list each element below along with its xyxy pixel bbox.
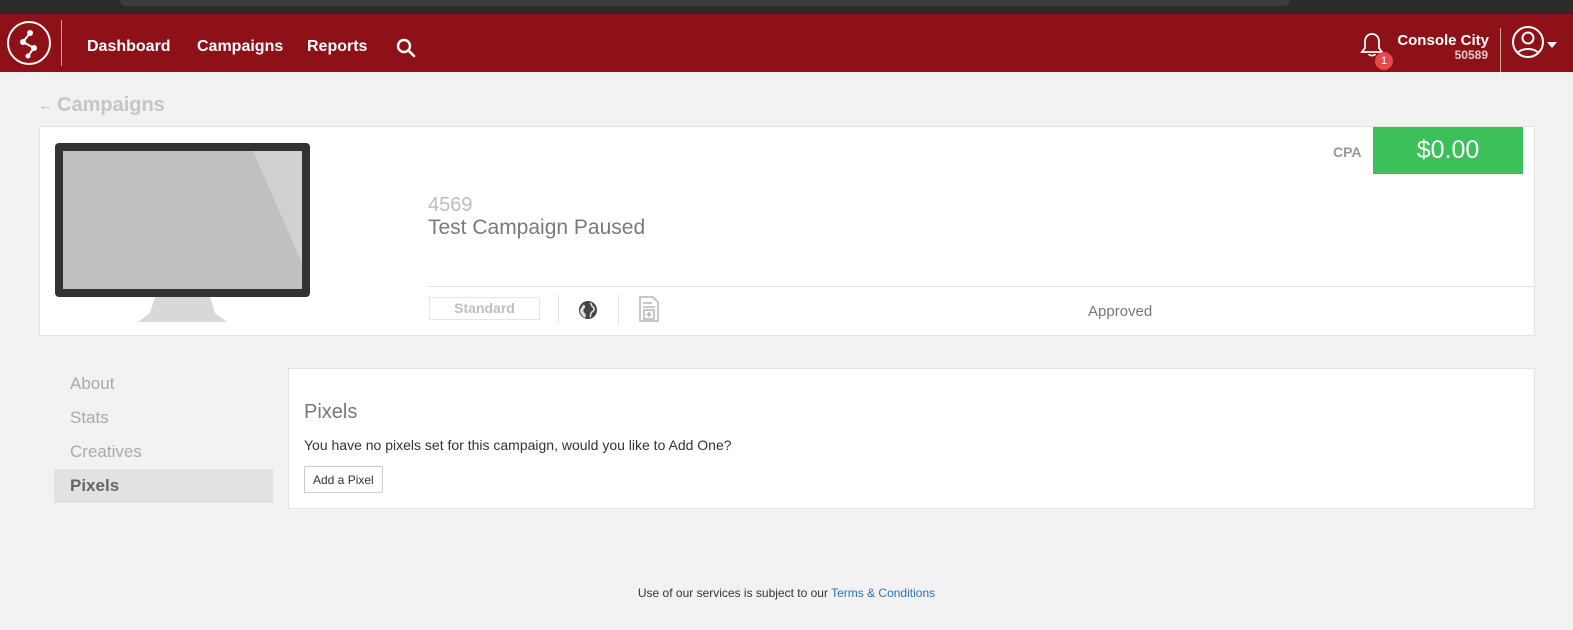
search-icon[interactable]	[396, 38, 416, 58]
cpa-label: CPA	[1333, 144, 1362, 160]
avatar[interactable]	[1512, 26, 1544, 58]
approval-status: Approved	[1088, 303, 1153, 320]
globe-icon[interactable]	[578, 300, 598, 320]
document-add-icon[interactable]	[638, 296, 660, 322]
brand-logo[interactable]	[7, 21, 51, 65]
card-divider	[428, 286, 1535, 287]
campaign-name: Test Campaign Paused	[428, 216, 646, 239]
account-name[interactable]: Console City	[1397, 32, 1489, 49]
logo-icon	[20, 30, 37, 59]
cpa-value: $0.00	[1373, 127, 1523, 174]
chevron-down-icon[interactable]	[1547, 42, 1557, 48]
monitor-icon	[55, 143, 310, 322]
nav-campaigns[interactable]: Campaigns	[197, 38, 283, 56]
sidebar-item-creatives[interactable]: Creatives	[54, 435, 273, 469]
breadcrumb[interactable]: Campaigns	[57, 94, 165, 117]
account-id: 50589	[1454, 48, 1488, 62]
campaign-id: 4569	[428, 194, 473, 216]
sidebar-item-stats[interactable]: Stats	[54, 401, 273, 435]
sidebar-item-pixels[interactable]: Pixels	[54, 469, 273, 503]
terms-link[interactable]: Terms & Conditions	[831, 586, 935, 600]
footer: Use of our services is subject to our Te…	[0, 586, 1573, 600]
pixels-empty-message: You have no pixels set for this campaign…	[304, 437, 732, 453]
user-icon	[1516, 31, 1540, 56]
back-arrow-icon[interactable]: ←	[38, 97, 53, 114]
notification-badge: 1	[1375, 52, 1393, 70]
nav-divider-right	[1500, 28, 1501, 74]
divider	[558, 295, 559, 323]
campaign-header-card: 4569 Test Campaign Paused CPA $0.00 Stan…	[39, 126, 1535, 336]
add-pixel-button[interactable]: Add a Pixel	[304, 466, 383, 493]
footer-text: Use of our services is subject to our	[637, 586, 832, 600]
pixels-title: Pixels	[304, 401, 358, 423]
nav-divider	[61, 20, 62, 66]
top-navbar: Dashboard Campaigns Reports 1 Console Ci…	[0, 14, 1573, 74]
divider	[618, 295, 619, 323]
sidebar-item-about[interactable]: About	[54, 367, 273, 401]
pixels-panel: Pixels You have no pixels set for this c…	[288, 368, 1535, 509]
campaign-type-tag: Standard	[429, 297, 540, 320]
browser-chrome-strip	[0, 0, 1573, 14]
nav-dashboard[interactable]: Dashboard	[87, 38, 171, 56]
address-bar	[120, 0, 1290, 6]
nav-reports[interactable]: Reports	[307, 38, 367, 56]
